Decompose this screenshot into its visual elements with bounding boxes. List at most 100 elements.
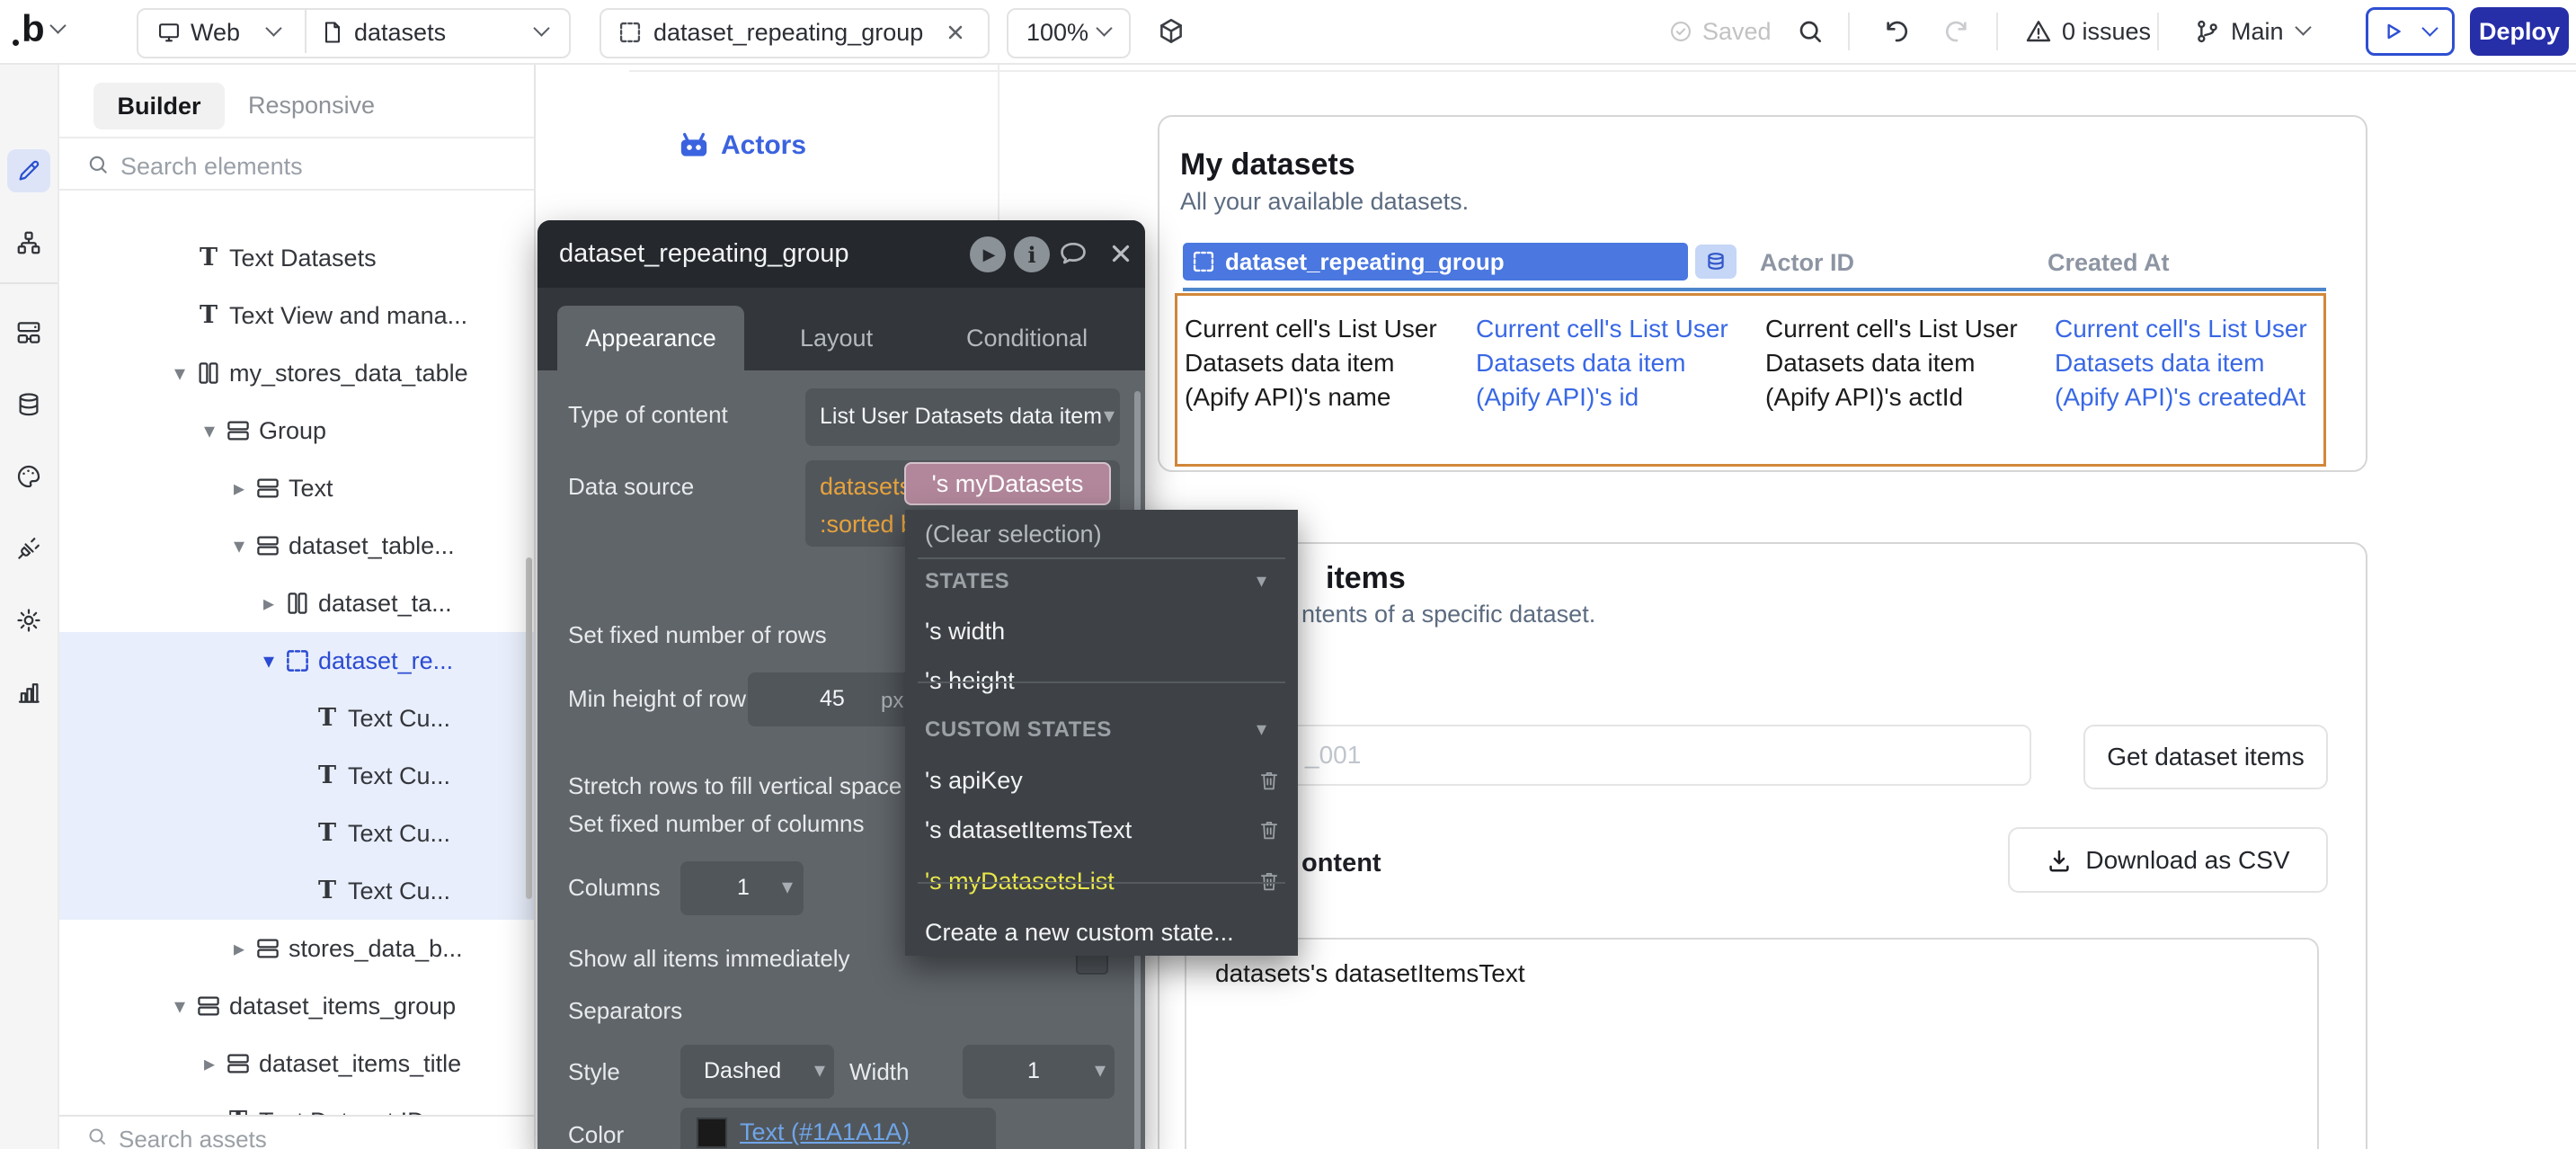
comment-icon[interactable] xyxy=(1057,238,1089,271)
tree-scrollbar[interactable] xyxy=(526,557,532,899)
actors-link[interactable]: Actors xyxy=(721,130,806,161)
tab-conditional[interactable]: Conditional xyxy=(966,325,1088,352)
section-collapse-icon[interactable]: ▾ xyxy=(1257,569,1282,594)
caret-right-icon[interactable]: ▸ xyxy=(226,936,253,962)
tree-item-my-stores-data-table[interactable]: ▾my_stores_data_table xyxy=(58,344,534,402)
rail-blocks-button[interactable] xyxy=(7,311,50,354)
element-selection-chip[interactable]: dataset_repeating_group xyxy=(1183,243,1688,281)
color-swatch[interactable] xyxy=(697,1118,727,1148)
chip-data-badge[interactable] xyxy=(1695,245,1737,279)
tree-item-text-view-and-mana[interactable]: TText View and mana... xyxy=(58,287,534,344)
caret-right-icon[interactable]: ▸ xyxy=(196,1051,223,1077)
custom-state-option-2[interactable]: 's myDatasetsList xyxy=(905,857,1298,905)
data-source-expression-tail[interactable]: :sorted b xyxy=(820,511,914,539)
element-tab[interactable]: dataset_repeating_group xyxy=(600,8,990,58)
state-option-0[interactable]: 's width xyxy=(905,607,1298,655)
custom-states-section-header[interactable]: CUSTOM STATES▾ xyxy=(905,706,1298,754)
info-button[interactable]: i xyxy=(1014,236,1050,272)
rg-cell-3[interactable]: Current cell's List User Datasets data i… xyxy=(2055,312,2323,414)
caret-down-icon[interactable]: ▾ xyxy=(226,533,253,559)
delete-state-icon[interactable] xyxy=(1257,768,1282,793)
color-field[interactable]: Text (#1A1A1A) xyxy=(680,1108,996,1149)
tab-responsive[interactable]: Responsive xyxy=(248,92,375,120)
rail-pencil-button[interactable] xyxy=(7,149,50,192)
tree-item-text-cu[interactable]: TText Cu... xyxy=(58,805,534,862)
undo-icon[interactable] xyxy=(1882,17,1911,46)
tab-layout[interactable]: Layout xyxy=(800,325,873,352)
zoom-control[interactable]: 100% xyxy=(1007,8,1131,58)
data-source-expression[interactable]: datasets xyxy=(820,473,911,501)
separator-width-select[interactable]: 1 ▾ xyxy=(963,1045,1115,1099)
caret-down-icon[interactable]: ▾ xyxy=(166,993,193,1020)
page-select[interactable]: datasets xyxy=(354,19,446,47)
deploy-button[interactable]: Deploy xyxy=(2470,7,2569,56)
rg-cell-2[interactable]: Current cell's List User Datasets data i… xyxy=(1765,312,2035,414)
rg-cell-1[interactable]: Current cell's List User Datasets data i… xyxy=(1476,312,1745,414)
tree-item-text-cu[interactable]: TText Cu... xyxy=(58,862,534,920)
section-collapse-icon[interactable]: ▾ xyxy=(1257,717,1282,743)
rail-sitemap-button[interactable] xyxy=(7,221,50,264)
caret-down-icon[interactable]: ▾ xyxy=(166,361,193,387)
tab-builder-label: Builder xyxy=(117,93,200,120)
preview-button[interactable]: ▶ xyxy=(970,236,1006,272)
tab-builder[interactable]: Builder xyxy=(93,83,225,129)
platform-select[interactable]: Web xyxy=(191,19,240,47)
data-source-state-chip[interactable]: 's myDatasets xyxy=(904,462,1111,505)
rg-cell-0[interactable]: Current cell's List User Datasets data i… xyxy=(1185,312,1463,414)
database-icon xyxy=(15,391,42,418)
tree-item-text-cu[interactable]: TText Cu... xyxy=(58,690,534,747)
tree-item-text-dataset-id[interactable]: TText Dataset ID xyxy=(58,1092,534,1115)
create-custom-state-option[interactable]: Create a new custom state... xyxy=(905,908,1298,957)
tab-appearance[interactable]: Appearance xyxy=(557,306,744,370)
download-csv-button[interactable]: Download as CSV xyxy=(2008,827,2328,893)
tab-close-icon[interactable] xyxy=(945,22,966,43)
color-value-link[interactable]: Text (#1A1A1A) xyxy=(740,1118,910,1146)
caret-down-icon[interactable]: ▾ xyxy=(255,648,282,674)
state-picker-dropdown: (Clear selection)STATES▾'s width's heigh… xyxy=(905,510,1298,956)
caret-right-icon[interactable]: ▸ xyxy=(226,476,253,502)
rail-plug-button[interactable] xyxy=(7,527,50,570)
group-icon xyxy=(254,935,281,962)
custom-state-option-0[interactable]: 's apiKey xyxy=(905,756,1298,805)
cube-icon[interactable] xyxy=(1156,16,1186,47)
tree-item-text-cu[interactable]: TText Cu... xyxy=(58,747,534,805)
issues-counter[interactable]: 0 issues xyxy=(2062,18,2151,46)
custom-state-option-1[interactable]: 's datasetItemsText xyxy=(905,806,1298,854)
tree-item-dataset-table[interactable]: ▾dataset_table... xyxy=(58,517,534,574)
close-icon[interactable] xyxy=(1107,240,1134,267)
tree-item-text[interactable]: ▸Text xyxy=(58,459,534,517)
style-select[interactable]: Dashed ▾ xyxy=(680,1045,834,1099)
caret-down-icon[interactable]: ▾ xyxy=(196,418,223,444)
property-editor-header[interactable]: dataset_repeating_group ▶ i xyxy=(537,220,1145,288)
bubble-logo[interactable]: b xyxy=(22,7,45,50)
clear-selection-option[interactable]: (Clear selection) xyxy=(905,510,1298,558)
get-dataset-items-button[interactable]: Get dataset items xyxy=(2083,725,2328,789)
rail-gear-button[interactable] xyxy=(7,599,50,642)
redo-icon[interactable] xyxy=(1942,17,1971,46)
rail-palette-button[interactable] xyxy=(7,455,50,498)
state-option-1[interactable]: 's height xyxy=(905,656,1298,705)
dataset-id-input[interactable]: _001 xyxy=(1285,725,2031,786)
tree-item-dataset-items-title[interactable]: ▸dataset_items_title xyxy=(58,1035,534,1092)
tree-item-dataset-items-group[interactable]: ▾dataset_items_group xyxy=(58,977,534,1035)
tree-item-dataset-ta[interactable]: ▸dataset_ta... xyxy=(58,574,534,632)
type-of-content-select[interactable]: List User Datasets data item ▾ xyxy=(805,388,1120,446)
columns-select[interactable]: 1 ▾ xyxy=(680,861,804,915)
logo-chevron-icon[interactable] xyxy=(49,17,66,33)
tree-item-text-datasets[interactable]: TText Datasets xyxy=(58,229,534,287)
rail-database-button[interactable] xyxy=(7,383,50,426)
tree-item-dataset-re[interactable]: ▾dataset_re... xyxy=(58,632,534,690)
delete-state-icon[interactable] xyxy=(1257,868,1282,894)
rail-chart-button[interactable] xyxy=(7,671,50,714)
preview-run-button[interactable] xyxy=(2366,7,2455,56)
search-assets-input[interactable]: Search assets xyxy=(119,1126,267,1149)
delete-state-icon[interactable] xyxy=(1257,817,1282,842)
branch-select[interactable]: Main xyxy=(2231,18,2284,46)
search-elements-input[interactable]: Search elements xyxy=(120,153,303,181)
tree-item-stores-data-b[interactable]: ▸stores_data_b... xyxy=(58,920,534,977)
tree-item-group[interactable]: ▾Group xyxy=(58,402,534,459)
caret-right-icon[interactable]: ▸ xyxy=(255,591,282,617)
dataset-content-box[interactable]: datasets's datasetItemsText xyxy=(1185,938,2319,1149)
states-section-header[interactable]: STATES▾ xyxy=(905,557,1298,606)
search-icon[interactable] xyxy=(1796,17,1825,46)
